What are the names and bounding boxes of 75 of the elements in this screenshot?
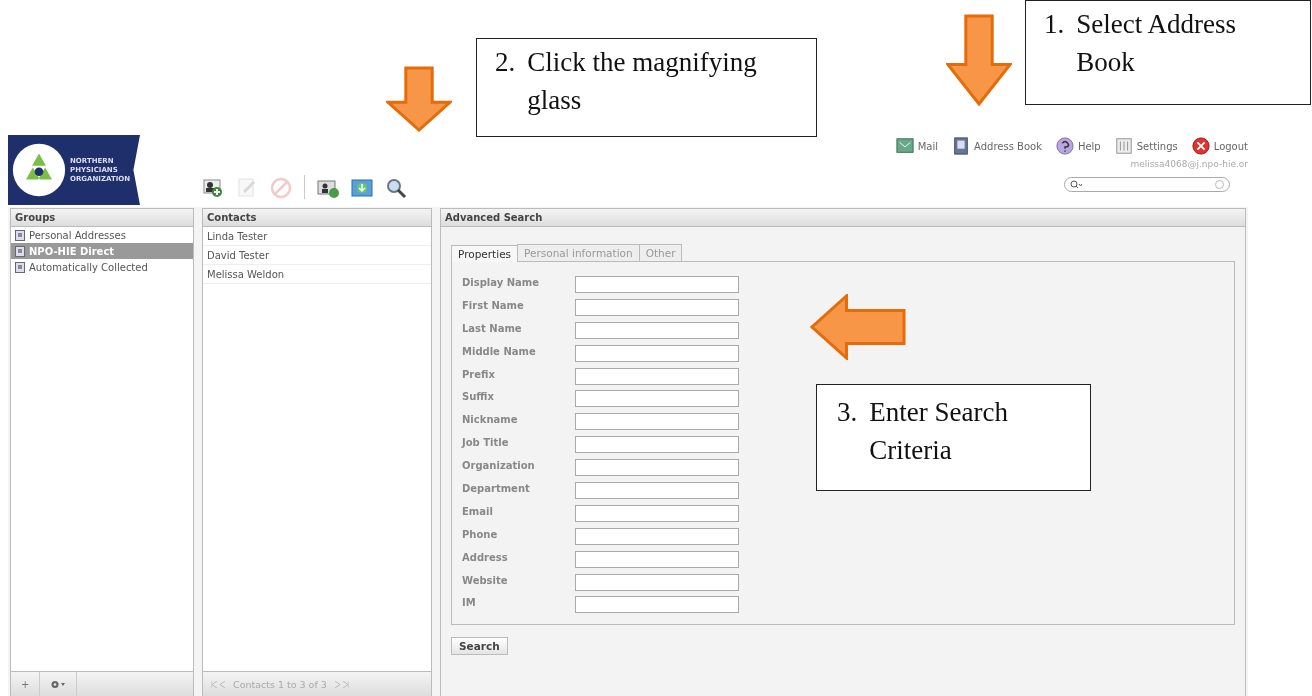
contact-item[interactable]: Melissa Weldon [203,265,431,284]
panel-header: Groups [11,209,193,227]
group-name: NPO-HIE Direct [29,245,115,257]
input-field[interactable] [575,596,739,614]
arrow-icon [810,294,906,360]
input-field[interactable] [575,504,739,522]
step-number: 3. [837,396,858,429]
field-label: Department [462,482,531,496]
help-icon [1055,137,1074,155]
input-field[interactable] [575,321,739,339]
callout-text: Select Address Book [1076,8,1237,79]
callout-text: Click the magnifying glass [527,46,758,117]
arrow-icon [946,14,1012,106]
input-field[interactable] [575,550,739,568]
field-label: Job Title [462,436,510,451]
address-book-icon [15,245,25,257]
nav-link[interactable]: Help [1055,137,1101,155]
group-name: Personal Addresses [29,229,126,241]
gear-icon [50,679,67,689]
field-label: Display Name [462,276,541,290]
input-field[interactable] [575,482,739,499]
star-emblem-icon [12,143,66,197]
input-field[interactable] [575,573,739,591]
step-number: 1. [1044,8,1065,41]
input-field[interactable] [575,344,739,362]
input-field[interactable] [575,298,739,316]
add-group-button[interactable]: + [11,672,41,696]
field-label: Middle Name [462,344,537,359]
arrow-icon [386,66,452,132]
field-label: Nickname [462,413,519,428]
field-label: Organization [462,459,536,474]
field-label: Prefix [462,367,496,382]
contact-item[interactable]: David Tester [203,246,431,265]
address-book-icon [952,137,971,155]
download-icon[interactable] [351,177,373,199]
input-field[interactable] [575,413,739,431]
group-name: Automatically Collected [29,261,148,273]
field-label: IM [462,596,477,611]
search-icon[interactable] [385,177,407,199]
field-label: First Name [462,298,525,313]
field-label: Suffix [462,390,495,405]
contact-card-icon[interactable] [317,177,339,199]
input-field[interactable] [575,436,739,454]
search-button[interactable]: Search [451,637,508,655]
field-label: Phone [462,527,499,542]
group-item[interactable]: Automatically Collected [11,259,193,275]
panel-header: Contacts [203,209,431,227]
panel-header: Advanced Search [441,209,1245,227]
field-label: Email [462,504,494,519]
field-label: Website [462,573,509,588]
nav-link[interactable]: Settings [1114,137,1178,155]
input-field[interactable] [575,527,739,545]
nav-link[interactable]: Mail [895,137,939,155]
nav-link[interactable]: Address Book [952,137,1042,155]
input-field[interactable] [575,390,739,408]
quick-search-field[interactable] [1064,177,1230,192]
first-page-icon[interactable] [211,680,227,688]
field-label: Last Name [462,321,523,336]
search-icon [1070,179,1082,190]
user-email: melissa4068@j.npo-hie.or [1130,159,1248,169]
next-page-icon[interactable] [332,680,349,688]
group-item[interactable]: Personal Addresses [11,227,193,243]
input-field[interactable] [575,367,739,385]
settings-icon [1114,137,1133,155]
tab[interactable]: Properties [451,245,519,262]
contact-item[interactable]: Linda Tester [203,227,431,246]
address-book-icon [15,229,25,241]
callout-text: Enter Search Criteria [869,396,1009,467]
input-field[interactable] [575,459,739,477]
address-book-icon [15,261,25,273]
field-label: Address [462,550,509,565]
input-field[interactable] [575,276,739,293]
step-number: 2. [495,46,516,79]
nav-link[interactable]: Logout [1191,137,1248,155]
add-contact-icon[interactable] [202,177,224,199]
